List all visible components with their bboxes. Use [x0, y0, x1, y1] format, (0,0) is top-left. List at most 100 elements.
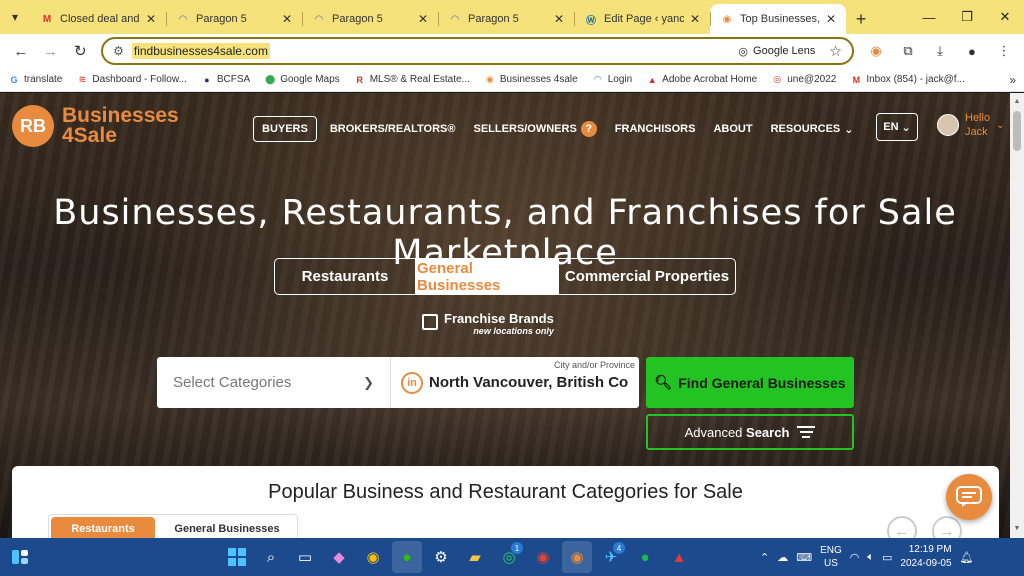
- tab-commercial-properties[interactable]: Commercial Properties: [558, 258, 736, 295]
- close-icon[interactable]: ✕: [418, 12, 428, 26]
- category-select[interactable]: Select Categories ❯: [157, 357, 391, 408]
- remote-tool-icon[interactable]: ✈ 4: [596, 541, 626, 573]
- widgets-icon[interactable]: [0, 548, 40, 566]
- tab-restaurants[interactable]: Restaurants: [274, 258, 416, 295]
- close-icon[interactable]: ✕: [146, 12, 156, 26]
- chrome-profile-icon[interactable]: ◉: [562, 541, 592, 573]
- spotify-icon[interactable]: ●: [630, 541, 660, 573]
- address-bar[interactable]: ⚙ findbusinesses4sale.com ◎ Google Lens …: [101, 37, 854, 65]
- find-button[interactable]: 🔍︎ Find General Businesses: [646, 357, 854, 408]
- carousel-next-button[interactable]: →: [932, 516, 962, 538]
- url-text[interactable]: findbusinesses4sale.com: [131, 43, 270, 59]
- user-menu[interactable]: Hello Jack ⌄: [937, 111, 1004, 139]
- page-scrollbar[interactable]: ▲ ▼: [1010, 93, 1024, 538]
- browser-tab[interactable]: ◠ Paragon 5 ✕: [302, 4, 438, 34]
- settings-icon[interactable]: ⚙: [426, 541, 456, 573]
- close-icon[interactable]: ✕: [690, 12, 700, 26]
- close-icon[interactable]: ✕: [282, 12, 292, 26]
- download-icon[interactable]: ⤓: [926, 37, 954, 65]
- browser-tab[interactable]: ◠ Paragon 5 ✕: [166, 4, 302, 34]
- close-icon[interactable]: ✕: [554, 12, 564, 26]
- bookmark-item[interactable]: ◠ Login: [592, 74, 632, 86]
- browser-tab[interactable]: Ⓦ Edit Page ‹ yancan ✕: [574, 4, 710, 34]
- close-icon[interactable]: ✕: [826, 12, 836, 26]
- nav-resources-label: RESOURCES: [770, 123, 841, 135]
- nav-buyers[interactable]: BUYERS: [253, 116, 317, 142]
- bookmark-star-icon[interactable]: ☆: [829, 43, 842, 60]
- category-tab-restaurants[interactable]: Restaurants: [51, 517, 155, 538]
- bookmark-item[interactable]: ◎ une@2022: [771, 74, 836, 86]
- minimize-icon[interactable]: —: [910, 0, 948, 34]
- businesses4sale-icon: ◉: [485, 74, 494, 84]
- notification-icon[interactable]: 🔔︎: [960, 551, 974, 564]
- nav-about[interactable]: ABOUT: [708, 116, 757, 142]
- start-menu-icon[interactable]: [222, 541, 252, 573]
- scroll-up-icon[interactable]: ▲: [1010, 95, 1024, 109]
- browser-tab[interactable]: ◠ Paragon 5 ✕: [438, 4, 574, 34]
- chrome-menu-icon[interactable]: ⋮: [990, 37, 1018, 65]
- location-field[interactable]: in City and/or Province: [391, 357, 639, 408]
- profile-avatar-icon[interactable]: ●: [958, 37, 986, 65]
- nav-sellers[interactable]: SELLERS/OWNERS ?: [469, 114, 602, 144]
- logo-wordmark: Businesses 4Sale: [62, 105, 179, 146]
- forward-button[interactable]: →: [36, 36, 66, 66]
- chat-button[interactable]: [946, 474, 992, 520]
- browser-toolbar: ← → ↻ ⚙ findbusinesses4sale.com ◎ Google…: [0, 34, 1024, 68]
- new-tab-button[interactable]: +: [846, 4, 876, 34]
- nav-franchisors[interactable]: FRANCHISORS: [610, 116, 701, 142]
- wifi-icon[interactable]: ◠: [850, 551, 860, 564]
- battery-icon[interactable]: ▭: [882, 551, 892, 564]
- copilot-icon[interactable]: ◆: [324, 541, 354, 573]
- bookmarks-overflow-icon[interactable]: »: [1009, 73, 1016, 87]
- task-view-icon[interactable]: ▭: [290, 541, 320, 573]
- restore-icon[interactable]: ❐: [948, 0, 986, 34]
- search-icon[interactable]: ⌕: [256, 541, 286, 573]
- bookmark-item[interactable]: R MLS® & Real Estate...: [354, 74, 469, 86]
- bookmark-item[interactable]: Gtranslate: [8, 74, 62, 86]
- nav-brokers[interactable]: BROKERS/REALTORS®: [325, 116, 461, 142]
- clock[interactable]: 12:19 PM 2024-09-05: [900, 543, 951, 571]
- acrobat-icon[interactable]: ▲: [664, 541, 694, 573]
- category-tab-general[interactable]: General Businesses: [157, 515, 297, 538]
- language-selector[interactable]: EN ⌄: [876, 113, 918, 141]
- reload-button[interactable]: ↻: [65, 36, 95, 66]
- bookmark-item[interactable]: M Inbox (854) - jack@f...: [850, 74, 965, 86]
- location-input[interactable]: [429, 374, 629, 391]
- volume-icon[interactable]: 🔈︎: [867, 551, 874, 564]
- scrollbar-thumb[interactable]: [1013, 111, 1021, 151]
- bookmark-item[interactable]: ◉ Businesses 4sale: [484, 74, 578, 86]
- back-button[interactable]: ←: [6, 36, 36, 66]
- chrome-icon[interactable]: ◉: [528, 541, 558, 573]
- input-language[interactable]: ENG US: [820, 544, 842, 570]
- nav-resources[interactable]: RESOURCES ⌄: [766, 116, 859, 143]
- help-icon[interactable]: ?: [580, 121, 597, 137]
- onedrive-icon[interactable]: ☁: [777, 551, 788, 564]
- scroll-down-icon[interactable]: ▼: [1010, 522, 1024, 536]
- bookmark-item[interactable]: ▲ Adobe Acrobat Home: [646, 74, 758, 86]
- location-label: City and/or Province: [553, 360, 635, 370]
- advanced-search-button[interactable]: Advanced Search: [646, 414, 854, 450]
- close-window-icon[interactable]: ✕: [986, 0, 1024, 34]
- site-logo[interactable]: RB Businesses 4Sale: [12, 105, 179, 147]
- file-explorer-icon[interactable]: ▰: [460, 541, 490, 573]
- checkbox-icon[interactable]: [422, 314, 438, 330]
- tab-search-button[interactable]: ▾: [0, 0, 30, 34]
- google-icon: G: [10, 74, 18, 85]
- browser-tab-active[interactable]: ◉ Top Businesses, Re ✕: [710, 4, 846, 34]
- tray-overflow-icon[interactable]: ⌃: [760, 551, 769, 564]
- bookmark-item[interactable]: ● BCFSA: [201, 74, 250, 86]
- bookmark-item[interactable]: ≋ Dashboard - Follow...: [76, 74, 187, 86]
- franchise-brands-checkbox[interactable]: Franchise Brands new locations only: [422, 311, 554, 336]
- site-info-icon[interactable]: ⚙: [113, 44, 124, 58]
- extension-b4s-icon[interactable]: ◉: [862, 37, 890, 65]
- google-lens-button[interactable]: ◎ Google Lens: [738, 45, 815, 58]
- carousel-prev-button[interactable]: ←: [887, 516, 917, 538]
- browser-tab[interactable]: M Closed deal and pl ✕: [30, 4, 166, 34]
- keyboard-icon[interactable]: ⌨: [796, 551, 812, 564]
- whatsapp-icon[interactable]: ◎ 1: [494, 541, 524, 573]
- extensions-icon[interactable]: ⧉: [894, 37, 922, 65]
- tab-general-businesses[interactable]: General Businesses: [416, 258, 558, 295]
- bookmark-item[interactable]: ⬤ Google Maps: [264, 74, 340, 86]
- wechat-icon[interactable]: ●: [392, 541, 422, 573]
- chrome-icon[interactable]: ◉: [358, 541, 388, 573]
